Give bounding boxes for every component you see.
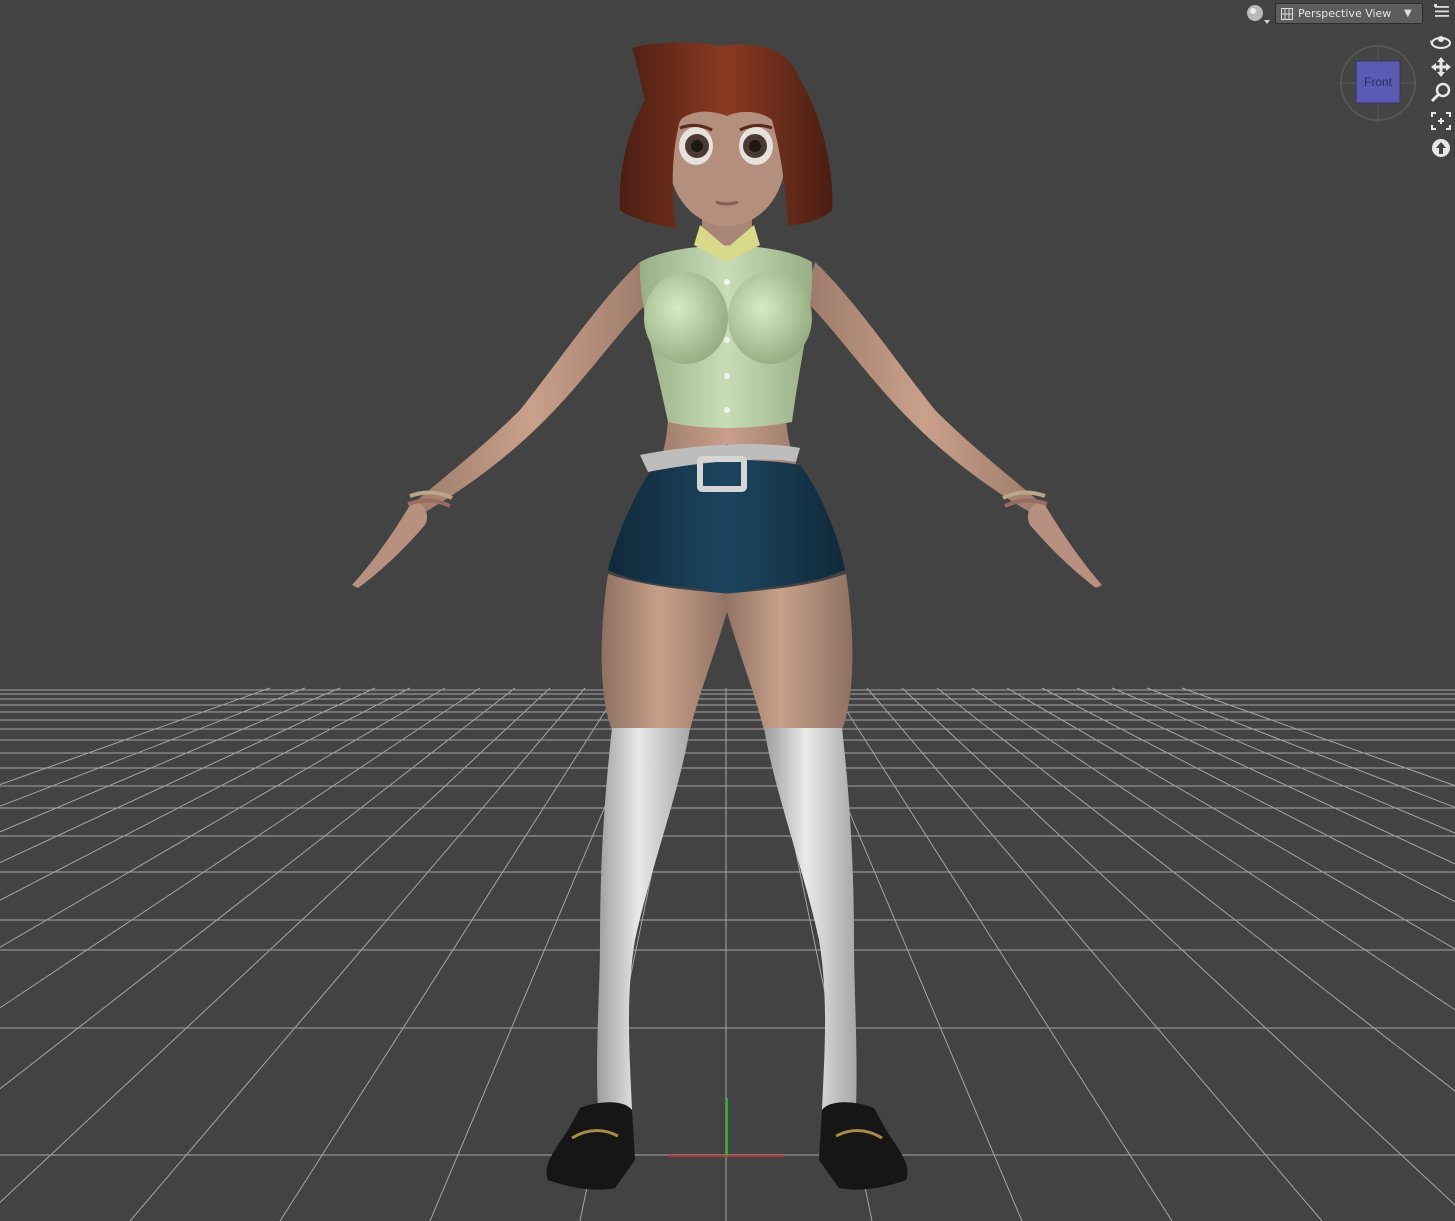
- chevron-down-icon: ▼: [1404, 8, 1412, 19]
- draw-style-icon[interactable]: [1244, 2, 1272, 26]
- view-selector-label: Perspective View: [1298, 7, 1392, 20]
- pan-icon[interactable]: [1427, 54, 1455, 80]
- scene-canvas[interactable]: [0, 0, 1455, 1221]
- nav-cube-face-label[interactable]: Front: [1356, 61, 1400, 103]
- home-view-icon[interactable]: [1427, 135, 1455, 161]
- zoom-icon[interactable]: [1427, 80, 1455, 106]
- character-figure[interactable]: [352, 42, 1102, 1190]
- navigation-cube[interactable]: Front: [1339, 44, 1417, 122]
- origin-axes: [668, 1098, 784, 1157]
- orbit-icon[interactable]: [1427, 28, 1455, 54]
- 3d-viewport[interactable]: Perspective View ▼ Front: [0, 0, 1455, 1221]
- view-selector-dropdown[interactable]: Perspective View ▼: [1275, 3, 1423, 24]
- frame-selection-icon[interactable]: [1427, 108, 1455, 134]
- grid-view-icon: [1281, 7, 1293, 20]
- viewport-options-menu-icon[interactable]: [1433, 3, 1451, 21]
